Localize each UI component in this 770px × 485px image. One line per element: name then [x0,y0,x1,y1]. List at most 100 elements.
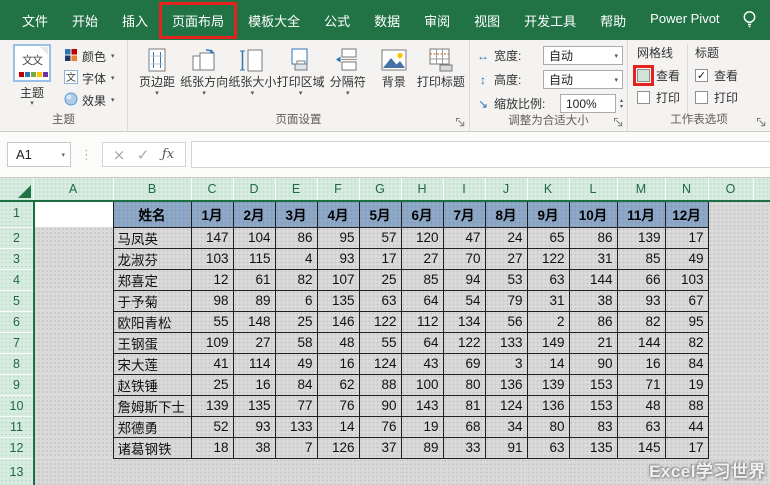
table-header-cell[interactable]: 7月 [442,199,486,228]
table-value-cell[interactable]: 85 [616,247,666,270]
table-value-cell[interactable]: 25 [358,268,402,291]
table-name-cell[interactable]: 王钢蛋 [112,331,192,354]
table-value-cell[interactable]: 64 [400,289,444,312]
ribbon-tab-模板大全[interactable]: 模板大全 [236,3,312,38]
table-header-cell[interactable]: 2月 [232,199,276,228]
table-value-cell[interactable]: 135 [568,436,618,459]
cell[interactable] [753,200,770,227]
table-header-cell[interactable]: 12月 [664,199,709,228]
column-header-L[interactable]: L [569,178,618,200]
dialog-launcher-icon[interactable] [454,116,466,128]
cancel-icon[interactable]: × [107,146,131,164]
table-value-cell[interactable]: 98 [190,289,234,312]
ribbon-tab-帮助[interactable]: 帮助 [588,3,638,38]
cell[interactable] [708,200,753,227]
cell[interactable] [708,332,753,353]
table-value-cell[interactable]: 124 [358,352,402,375]
column-header-H[interactable]: H [401,178,444,200]
table-value-cell[interactable]: 120 [400,226,444,249]
table-value-cell[interactable]: 33 [442,436,486,459]
table-name-cell[interactable]: 于予菊 [112,289,192,312]
table-value-cell[interactable]: 95 [664,310,709,333]
scale-input[interactable]: 100% [559,94,616,113]
table-name-cell[interactable]: 宋大莲 [112,352,192,375]
cell[interactable] [233,458,275,485]
table-value-cell[interactable]: 49 [274,352,318,375]
table-name-cell[interactable]: 赵铁锤 [112,373,192,396]
背景-button[interactable]: 背景 [371,44,417,99]
row-header-3[interactable]: 3 [0,248,33,270]
table-value-cell[interactable]: 122 [442,331,486,354]
table-value-cell[interactable]: 43 [400,352,444,375]
table-value-cell[interactable]: 63 [358,289,402,312]
table-value-cell[interactable]: 146 [316,310,360,333]
table-value-cell[interactable]: 63 [526,268,570,291]
column-header-B[interactable]: B [113,178,192,200]
table-value-cell[interactable]: 115 [232,247,276,270]
column-header-F[interactable]: F [317,178,360,200]
table-name-cell[interactable]: 郑喜定 [112,268,192,291]
column-header-C[interactable]: C [191,178,234,200]
themes-button[interactable]: 文文 主题 ▾ [6,44,58,113]
table-value-cell[interactable]: 86 [568,310,618,333]
checkbox-unchecked[interactable] [695,90,709,104]
dialog-launcher-icon[interactable] [612,116,624,128]
table-value-cell[interactable]: 112 [400,310,444,333]
table-value-cell[interactable]: 34 [484,415,528,438]
table-value-cell[interactable]: 107 [316,268,360,291]
cell[interactable] [33,395,113,416]
table-value-cell[interactable]: 55 [190,310,234,333]
cell[interactable] [33,290,113,311]
cell[interactable] [401,458,443,485]
column-header-K[interactable]: K [527,178,570,200]
table-value-cell[interactable]: 66 [616,268,666,291]
cell[interactable] [33,374,113,395]
table-header-cell[interactable]: 5月 [358,199,402,228]
table-value-cell[interactable]: 57 [358,226,402,249]
table-value-cell[interactable]: 93 [616,289,666,312]
table-value-cell[interactable]: 88 [358,373,402,396]
table-name-cell[interactable]: 欧阳青松 [112,310,192,333]
column-header-D[interactable]: D [233,178,276,200]
cell[interactable] [33,227,113,248]
table-value-cell[interactable]: 56 [484,310,528,333]
table-value-cell[interactable]: 81 [442,394,486,417]
table-header-cell[interactable]: 6月 [400,199,444,228]
table-value-cell[interactable]: 148 [232,310,276,333]
column-header-E[interactable]: E [275,178,318,200]
table-value-cell[interactable]: 143 [400,394,444,417]
table-value-cell[interactable]: 24 [484,226,528,249]
table-value-cell[interactable]: 139 [616,226,666,249]
table-value-cell[interactable]: 86 [274,226,318,249]
table-value-cell[interactable]: 61 [232,268,276,291]
row-header-4[interactable]: 4 [0,269,33,291]
table-value-cell[interactable]: 100 [400,373,444,396]
table-value-cell[interactable]: 122 [526,247,570,270]
table-value-cell[interactable]: 90 [358,394,402,417]
cell[interactable] [708,395,753,416]
table-value-cell[interactable]: 144 [568,268,618,291]
table-value-cell[interactable]: 95 [316,226,360,249]
table-value-cell[interactable]: 124 [484,394,528,417]
table-name-cell[interactable]: 詹姆斯下士 [112,394,192,417]
table-value-cell[interactable]: 48 [316,331,360,354]
table-value-cell[interactable]: 136 [526,394,570,417]
table-value-cell[interactable]: 52 [190,415,234,438]
table-value-cell[interactable]: 145 [616,436,666,459]
table-value-cell[interactable]: 71 [616,373,666,396]
table-name-cell[interactable]: 龙淑芬 [112,247,192,270]
row-header-13[interactable]: 13 [0,458,33,485]
table-value-cell[interactable]: 82 [616,310,666,333]
table-value-cell[interactable]: 17 [664,436,709,459]
cell[interactable] [485,458,527,485]
table-name-cell[interactable]: 马凤英 [112,226,192,249]
table-value-cell[interactable]: 89 [400,436,444,459]
cell[interactable] [753,374,770,395]
cell[interactable] [753,290,770,311]
name-box[interactable]: A1 ▾ [7,142,71,167]
column-header-O[interactable]: O [708,178,754,200]
ribbon-tab-开始[interactable]: 开始 [60,3,110,38]
cell[interactable] [708,311,753,332]
table-value-cell[interactable]: 126 [316,436,360,459]
table-value-cell[interactable]: 139 [190,394,234,417]
